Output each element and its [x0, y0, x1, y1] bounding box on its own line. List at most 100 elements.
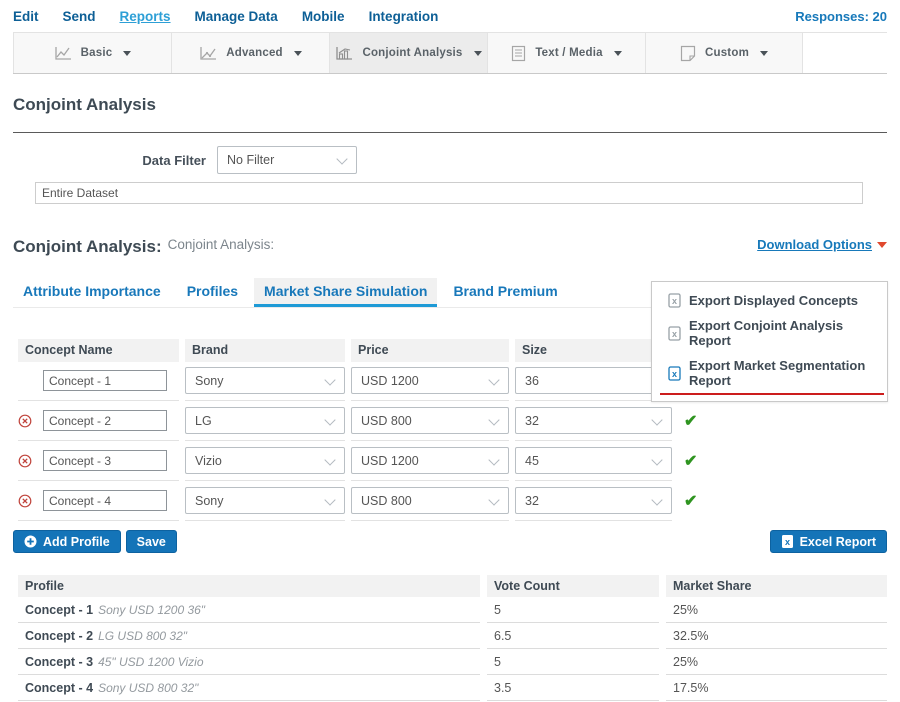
chevron-down-icon	[651, 454, 662, 465]
chevron-down-icon	[488, 414, 499, 425]
vote-count-value: 6.5	[487, 623, 659, 649]
dataset-input[interactable]	[35, 182, 863, 204]
data-filter-select[interactable]: No Filter	[217, 146, 357, 174]
profile-name: Concept - 4	[25, 681, 93, 695]
nav-item-edit[interactable]: Edit	[13, 9, 39, 24]
delete-row-icon[interactable]	[18, 494, 32, 508]
responses-count: Responses: 20	[795, 9, 887, 24]
chevron-down-icon	[651, 494, 662, 505]
size-select[interactable]: 32	[515, 407, 672, 434]
download-options-link[interactable]: Download Options	[757, 237, 887, 252]
result-row: Concept - 2 LG USD 800 32" 6.5 32.5%	[18, 623, 887, 649]
size-select[interactable]: 36	[515, 367, 672, 394]
brand-select[interactable]: Vizio	[185, 447, 345, 474]
svg-text:x: x	[672, 296, 677, 306]
excel-report-button[interactable]: x Excel Report	[770, 530, 887, 553]
chevron-down-icon	[336, 153, 347, 164]
menu-item-label: Export Conjoint Analysis Report	[689, 318, 877, 348]
profile-name: Concept - 1	[25, 603, 93, 617]
size-value: 32	[525, 494, 539, 508]
title-divider	[13, 132, 887, 133]
save-button[interactable]: Save	[126, 530, 177, 553]
menu-item-export-conjoint-analysis-report[interactable]: x Export Conjoint Analysis Report	[652, 313, 887, 353]
line-chart-icon	[54, 46, 72, 61]
result-row: Concept - 4Sony USD 800 32" 3.5 17.5%	[18, 675, 887, 701]
nav-item-integration[interactable]: Integration	[369, 9, 439, 24]
toolbar-label: Basic	[81, 47, 113, 59]
nav-item-send[interactable]: Send	[63, 9, 96, 24]
valid-check-icon: ✔	[684, 451, 697, 471]
brand-value: Sony	[195, 374, 224, 388]
data-filter-selected-value: No Filter	[227, 153, 274, 167]
toolbar-label: Custom	[705, 47, 749, 59]
concept-name-input[interactable]	[43, 490, 167, 511]
chevron-down-icon	[324, 414, 335, 425]
toolbar-item-basic[interactable]: Basic	[13, 33, 171, 73]
column-header-concept-name: Concept Name	[18, 339, 179, 362]
excel-file-icon: x	[668, 366, 681, 381]
delete-row-icon[interactable]	[18, 454, 32, 468]
brand-select[interactable]: Sony	[185, 487, 345, 514]
size-value: 36	[525, 374, 539, 388]
price-value: USD 1200	[361, 374, 419, 388]
chevron-down-icon	[123, 51, 131, 56]
tab-attribute-importance[interactable]: Attribute Importance	[13, 278, 171, 307]
vote-count-value: 3.5	[487, 675, 659, 701]
profile-name: Concept - 3	[25, 655, 93, 669]
main-content: Conjoint Analysis Data Filter No Filter …	[0, 95, 900, 701]
column-header-price: Price	[351, 339, 509, 362]
column-header-profile: Profile	[18, 575, 480, 597]
profile-name: Concept - 2	[25, 629, 93, 643]
chevron-down-icon	[294, 51, 302, 56]
toolbar-item-text-media[interactable]: Text / Media	[487, 33, 645, 73]
chevron-down-icon	[488, 374, 499, 385]
annotation-red-underline	[660, 393, 884, 395]
column-header-brand: Brand	[185, 339, 345, 362]
toolbar-label: Text / Media	[535, 47, 602, 59]
concept-name-input[interactable]	[43, 450, 167, 471]
concept-row: Sony USD 800 32 ✔	[18, 481, 887, 521]
tab-profiles[interactable]: Profiles	[177, 278, 248, 307]
price-select[interactable]: USD 800	[351, 407, 509, 434]
price-value: USD 1200	[361, 454, 419, 468]
top-navigation: Edit Send Reports Manage Data Mobile Int…	[0, 0, 900, 32]
vote-count-value: 5	[487, 597, 659, 623]
price-select[interactable]: USD 1200	[351, 367, 509, 394]
bar-chart-icon	[335, 46, 353, 61]
excel-file-icon: x	[668, 293, 681, 308]
nav-item-reports[interactable]: Reports	[120, 9, 171, 24]
size-select[interactable]: 32	[515, 487, 672, 514]
svg-text:x: x	[672, 369, 677, 379]
toolbar-item-custom[interactable]: Custom	[645, 33, 803, 73]
market-share-value: 32.5%	[666, 623, 887, 649]
menu-item-export-displayed-concepts[interactable]: x Export Displayed Concepts	[652, 288, 887, 313]
toolbar-label: Advanced	[226, 47, 283, 59]
result-row: Concept - 345" USD 1200 Vizio 5 25%	[18, 649, 887, 675]
add-profile-button[interactable]: Add Profile	[13, 530, 121, 553]
tab-market-share-simulation[interactable]: Market Share Simulation	[254, 278, 437, 307]
menu-item-export-market-segmentation-report[interactable]: x Export Market Segmentation Report	[652, 353, 887, 393]
toolbar-item-conjoint-analysis[interactable]: Conjoint Analysis	[329, 33, 487, 73]
chevron-down-icon	[324, 454, 335, 465]
report-toolbar: Basic Advanced Conjoint Analysis Text / …	[13, 32, 887, 74]
price-select[interactable]: USD 1200	[351, 447, 509, 474]
nav-item-mobile[interactable]: Mobile	[302, 9, 345, 24]
concept-name-input[interactable]	[43, 370, 167, 391]
brand-select[interactable]: Sony	[185, 367, 345, 394]
concept-name-input[interactable]	[43, 410, 167, 431]
size-value: 45	[525, 454, 539, 468]
data-filter-row: Data Filter No Filter	[13, 146, 887, 174]
nav-item-manage-data[interactable]: Manage Data	[195, 9, 278, 24]
price-select[interactable]: USD 800	[351, 487, 509, 514]
size-value: 32	[525, 414, 539, 428]
chevron-down-icon	[488, 494, 499, 505]
profile-detail: LG USD 800 32"	[98, 629, 187, 643]
column-header-vote-count: Vote Count	[487, 575, 659, 597]
delete-row-icon[interactable]	[18, 414, 32, 428]
size-select[interactable]: 45	[515, 447, 672, 474]
menu-item-label: Export Displayed Concepts	[689, 293, 858, 308]
brand-select[interactable]: LG	[185, 407, 345, 434]
tab-brand-premium[interactable]: Brand Premium	[443, 278, 567, 307]
market-share-value: 25%	[666, 597, 887, 623]
toolbar-item-advanced[interactable]: Advanced	[171, 33, 329, 73]
